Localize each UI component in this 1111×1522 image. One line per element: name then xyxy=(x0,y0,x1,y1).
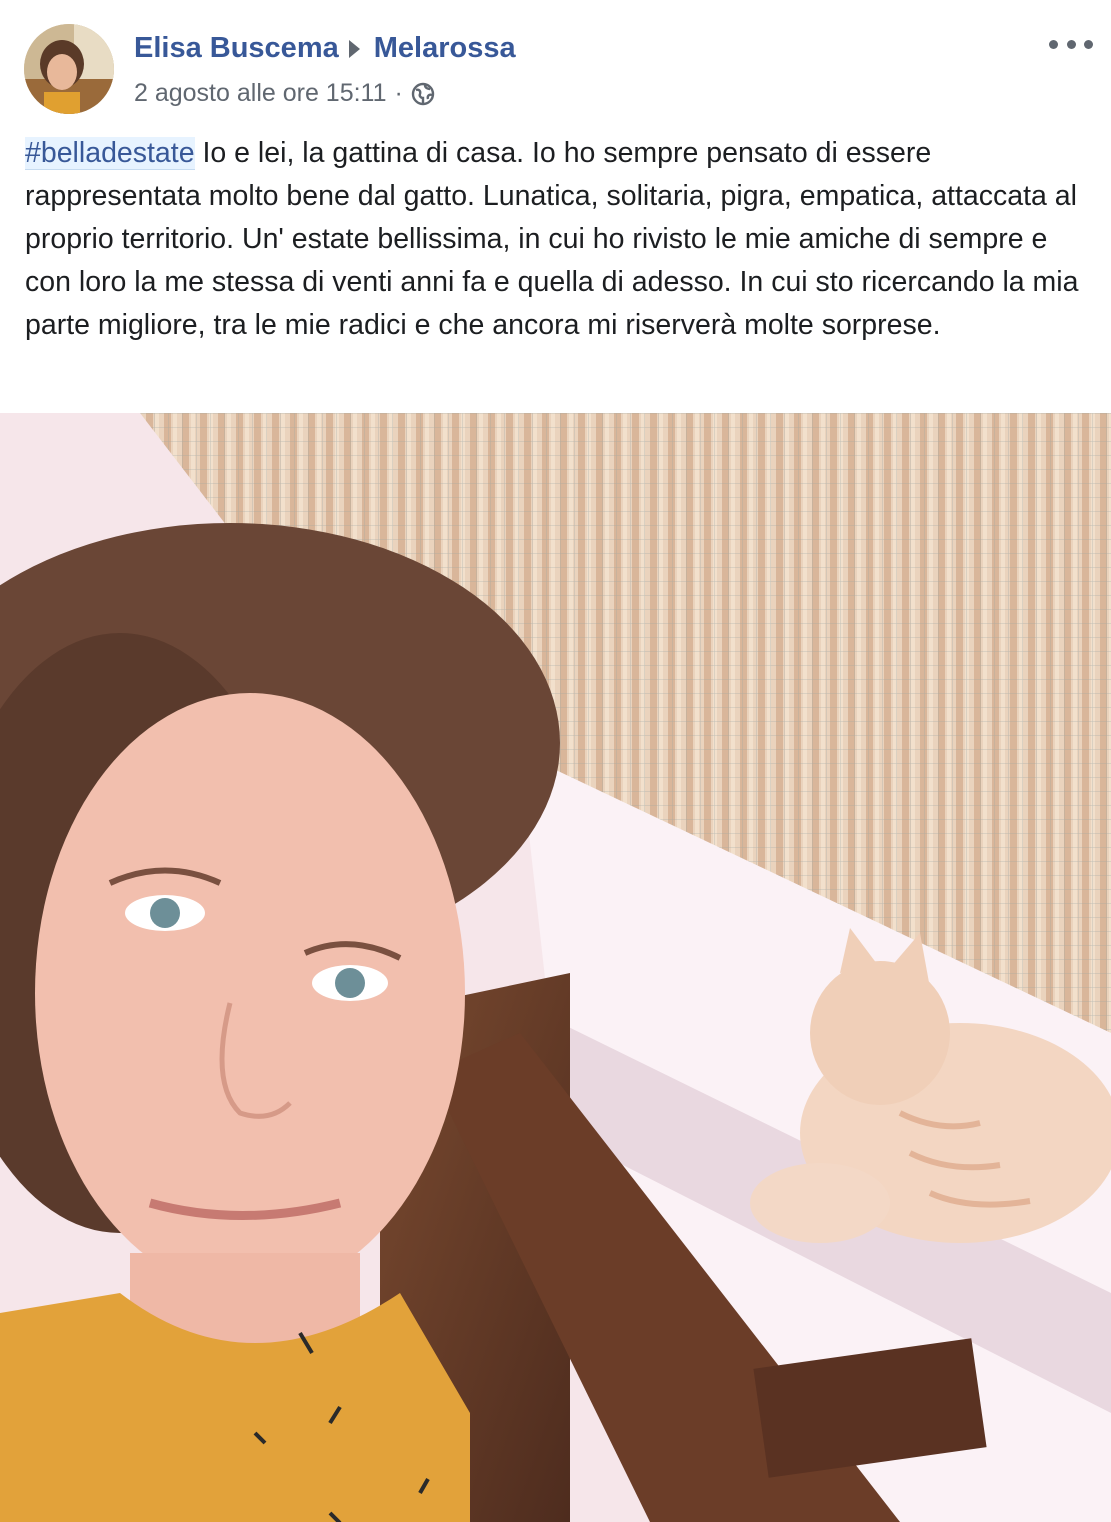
avatar-image xyxy=(24,24,114,114)
author-name-link[interactable]: Elisa Buscema xyxy=(134,32,339,65)
meta-separator: · xyxy=(394,79,403,107)
globe-icon[interactable] xyxy=(411,82,435,106)
hashtag-link[interactable]: #belladestate xyxy=(25,137,195,170)
post-meta: 2 agosto alle ore 15:11 · xyxy=(134,79,435,108)
post-text: #belladestate Io e lei, la gattina di ca… xyxy=(25,132,1085,347)
author-line: Elisa Buscema Melarossa xyxy=(134,32,516,65)
more-dot xyxy=(1049,39,1058,49)
more-options-icon[interactable] xyxy=(1049,30,1093,58)
caret-right-icon xyxy=(348,39,360,58)
more-dot xyxy=(1066,39,1076,49)
author-avatar[interactable] xyxy=(24,24,114,114)
post-header: Elisa Buscema Melarossa 2 agosto alle or… xyxy=(0,0,1111,120)
group-name-link[interactable]: Melarossa xyxy=(374,32,516,65)
more-dot xyxy=(1084,39,1093,49)
photo-image xyxy=(0,413,1111,1522)
post-timestamp[interactable]: 2 agosto alle ore 15:11 xyxy=(134,79,387,108)
post-photo[interactable] xyxy=(0,413,1111,1522)
